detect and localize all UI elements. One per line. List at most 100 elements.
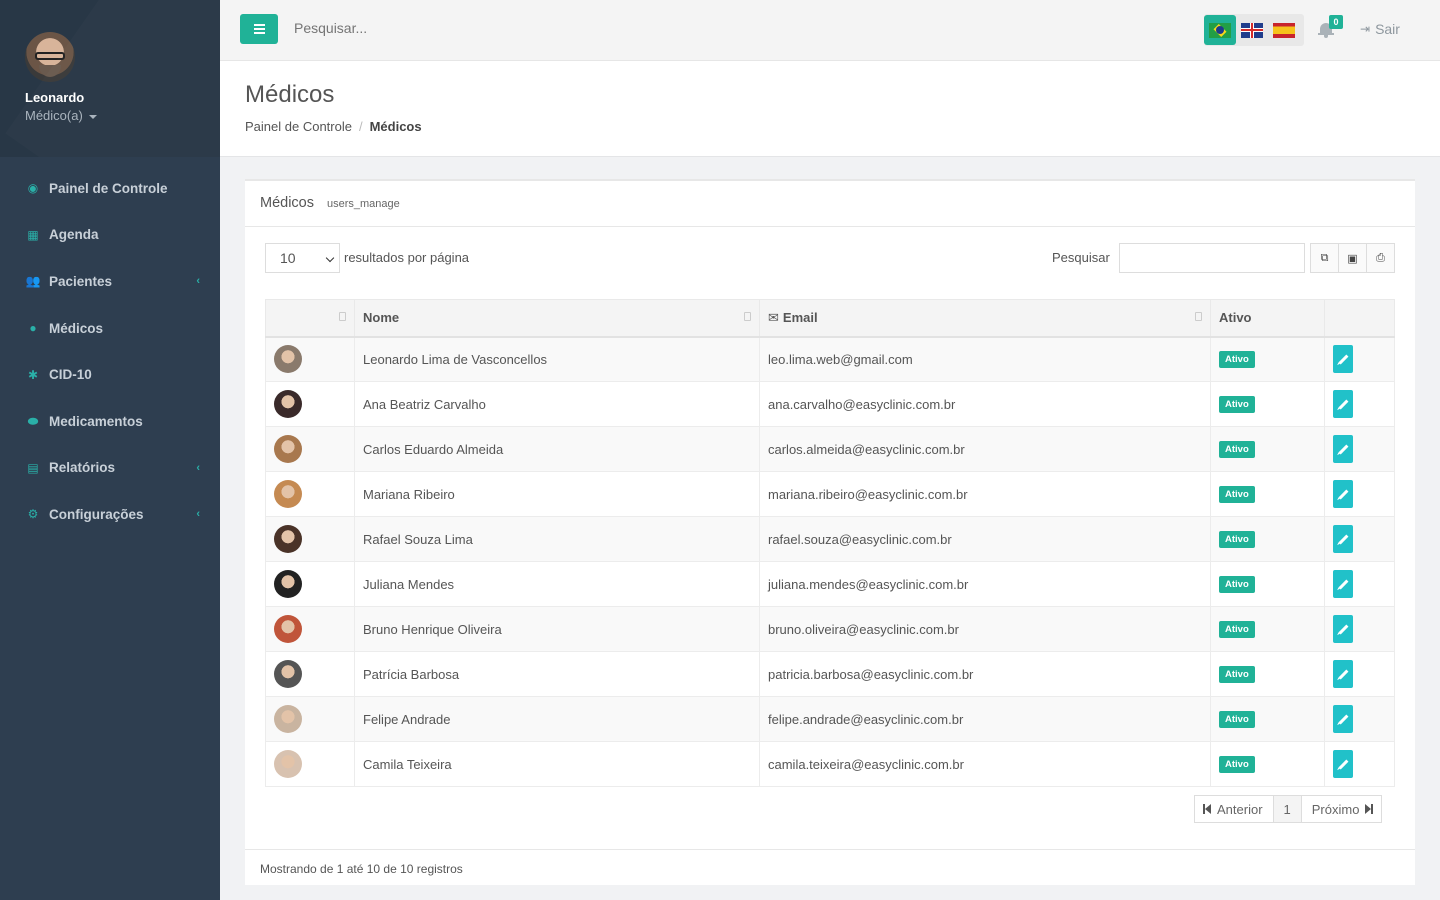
table-search-label: Pesquisar bbox=[1052, 250, 1110, 265]
avatar-cell bbox=[265, 561, 355, 607]
edit-button[interactable] bbox=[1333, 435, 1353, 463]
sidebar-item-agenda[interactable]: ▦ Agenda bbox=[0, 212, 220, 259]
avatar-cell bbox=[265, 426, 355, 472]
menu-toggle-button[interactable] bbox=[240, 14, 278, 44]
doctor-name: Mariana Ribeiro bbox=[354, 471, 760, 517]
status-cell: Ativo bbox=[1210, 561, 1325, 607]
user-role-dropdown[interactable]: Médico(a) bbox=[25, 108, 220, 123]
flag-spain-button[interactable] bbox=[1268, 15, 1300, 45]
sidebar-item-painel-de-controle[interactable]: ◉ Painel de Controle bbox=[0, 165, 220, 212]
actions-cell bbox=[1324, 426, 1395, 472]
sidebar-item-m-dicos[interactable]: ● Médicos bbox=[0, 305, 220, 352]
chevron-left-icon: ‹ bbox=[196, 508, 200, 521]
edit-button[interactable] bbox=[1333, 615, 1353, 643]
pagination-page-1[interactable]: 1 bbox=[1273, 795, 1302, 823]
avatar-cell bbox=[265, 606, 355, 652]
breadcrumb: Painel de Controle / Médicos bbox=[245, 119, 422, 134]
bug-icon: ✱ bbox=[27, 367, 39, 382]
status-badge: Ativo bbox=[1219, 396, 1255, 413]
table-row: Patrícia Barbosa patricia.barbosa@easycli… bbox=[265, 651, 1395, 697]
column-header-email[interactable]: ✉ Email bbox=[759, 299, 1211, 338]
column-header-active: Ativo bbox=[1210, 299, 1325, 338]
doctor-email: patricia.barbosa@easyclinic.com.br bbox=[759, 651, 1211, 697]
card-subtitle: users_manage bbox=[327, 198, 400, 210]
page-length-label: resultados por página bbox=[344, 250, 470, 265]
pencil-icon bbox=[1338, 669, 1348, 679]
print-icon: ⎙ bbox=[1376, 251, 1385, 264]
doctor-name: Camila Teixeira bbox=[354, 741, 760, 787]
excel-file-icon: ▣ bbox=[1347, 252, 1358, 265]
avatar-cell bbox=[265, 741, 355, 787]
breadcrumb-current: Médicos bbox=[369, 119, 422, 134]
step-backward-icon bbox=[1203, 804, 1211, 814]
status-cell: Ativo bbox=[1210, 336, 1325, 382]
sign-out-icon: ⇥ bbox=[1360, 22, 1371, 36]
doctor-name: Juliana Mendes bbox=[354, 561, 760, 607]
page-header: Médicos Painel de Controle / Médicos bbox=[220, 61, 1440, 157]
copy-button[interactable]: ⧉ bbox=[1310, 243, 1339, 273]
doctor-name: Leonardo Lima de Vasconcellos bbox=[354, 336, 760, 382]
sidebar-nav: ◉ Painel de Controle ▦ Agenda 👥 Pacientes ‹ ● Mé… bbox=[0, 157, 220, 538]
print-button[interactable]: ⎙ bbox=[1367, 243, 1395, 273]
doctor-name: Rafael Souza Lima bbox=[354, 516, 760, 562]
pencil-icon bbox=[1338, 714, 1348, 724]
avatar bbox=[274, 615, 302, 643]
pencil-icon bbox=[1338, 354, 1348, 365]
doctor-email: leo.lima.web@gmail.com bbox=[759, 336, 1211, 382]
user-profile: Leonardo Médico(a) bbox=[0, 0, 220, 157]
sidebar-item-configura-es[interactable]: ⚙ Configurações ‹ bbox=[0, 491, 220, 538]
edit-button[interactable] bbox=[1333, 345, 1353, 374]
sidebar-item-label: Médicos bbox=[49, 320, 104, 336]
doctor-email: felipe.andrade@easyclinic.com.br bbox=[759, 696, 1211, 742]
actions-cell bbox=[1324, 741, 1395, 787]
envelope-icon: ✉ bbox=[768, 309, 779, 325]
brazil-flag-icon bbox=[1209, 22, 1231, 38]
avatar bbox=[274, 390, 302, 418]
flag-brazil-button[interactable] bbox=[1204, 15, 1236, 45]
global-search-input[interactable] bbox=[294, 20, 594, 36]
edit-button[interactable] bbox=[1333, 660, 1353, 688]
logout-button[interactable]: ⇥ Sair bbox=[1360, 21, 1400, 37]
doctor-name: Bruno Henrique Oliveira bbox=[354, 606, 760, 652]
edit-button[interactable] bbox=[1333, 525, 1353, 553]
actions-cell bbox=[1324, 336, 1395, 382]
sidebar-item-medicamentos[interactable]: ⬬ Medicamentos bbox=[0, 398, 220, 445]
notification-badge: 0 bbox=[1329, 15, 1343, 29]
sidebar-item-pacientes[interactable]: 👥 Pacientes ‹ bbox=[0, 258, 220, 305]
page-length-select[interactable]: 10 bbox=[265, 243, 340, 273]
doctor-email: juliana.mendes@easyclinic.com.br bbox=[759, 561, 1211, 607]
breadcrumb-home-link[interactable]: Painel de Controle bbox=[245, 119, 352, 134]
table-row: Carlos Eduardo Almeida carlos.almeida@eas… bbox=[265, 426, 1395, 472]
avatar bbox=[274, 750, 302, 778]
edit-button[interactable] bbox=[1333, 480, 1353, 508]
avatar[interactable] bbox=[25, 32, 75, 82]
column-header-avatar[interactable] bbox=[265, 299, 355, 338]
edit-button[interactable] bbox=[1333, 750, 1353, 778]
edit-button[interactable] bbox=[1333, 570, 1353, 598]
chevron-down-icon bbox=[325, 253, 335, 263]
flag-uk-button[interactable] bbox=[1236, 15, 1268, 45]
status-cell: Ativo bbox=[1210, 651, 1325, 697]
sidebar-item-relat-rios[interactable]: ▤ Relatórios ‹ bbox=[0, 445, 220, 492]
edit-button[interactable] bbox=[1333, 390, 1353, 418]
sidebar-item-label: Configurações bbox=[49, 506, 144, 522]
table-search-input[interactable] bbox=[1119, 243, 1305, 273]
pencil-icon bbox=[1338, 399, 1348, 409]
sidebar-item-label: Agenda bbox=[49, 227, 99, 243]
dashboard-icon: ◉ bbox=[27, 181, 39, 196]
actions-cell bbox=[1324, 516, 1395, 562]
table-row: Felipe Andrade felipe.andrade@easyclinic.… bbox=[265, 696, 1395, 742]
edit-button[interactable] bbox=[1333, 705, 1353, 733]
pagination-previous-button[interactable]: Anterior bbox=[1194, 795, 1274, 823]
pencil-icon bbox=[1338, 759, 1348, 769]
pagination-next-button[interactable]: Próximo bbox=[1301, 795, 1383, 823]
topbar: 0 ⇥Sair bbox=[220, 0, 1440, 61]
table-controls: 10 resultados por página Pesquisar ⧉ ▣ ⎙ bbox=[265, 243, 1395, 273]
excel-button[interactable]: ▣ bbox=[1339, 243, 1367, 273]
sidebar-item-cid-10[interactable]: ✱ CID-10 bbox=[0, 351, 220, 398]
chevron-left-icon: ‹ bbox=[196, 275, 200, 288]
avatar-cell bbox=[265, 651, 355, 697]
column-header-name[interactable]: Nome bbox=[354, 299, 760, 338]
doctor-email: carlos.almeida@easyclinic.com.br bbox=[759, 426, 1211, 472]
user-md-icon: ● bbox=[29, 321, 37, 336]
